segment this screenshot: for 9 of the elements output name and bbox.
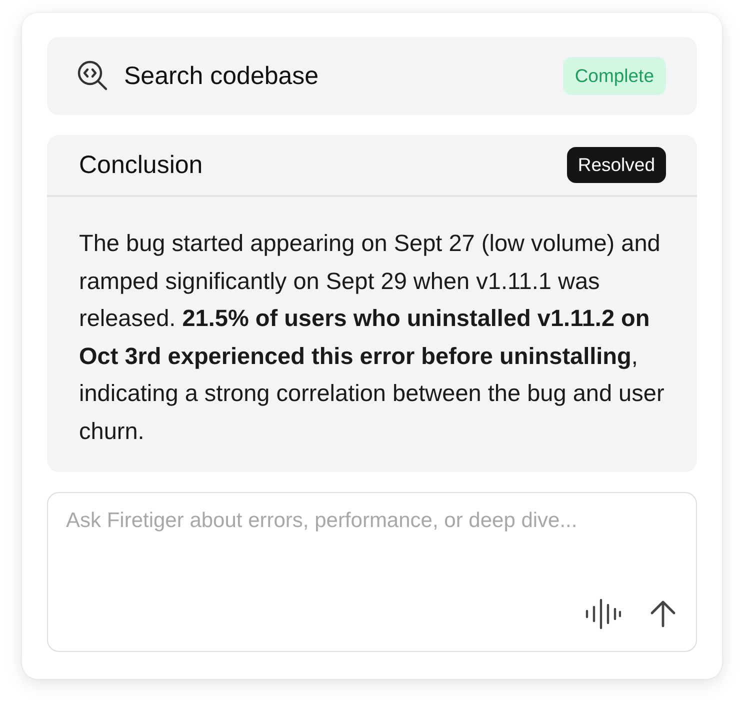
message-input[interactable]: Ask Firetiger about errors, performance, or deep dive... (47, 492, 697, 652)
voice-wave-icon[interactable] (585, 598, 621, 630)
status-badge: Resolved (566, 147, 666, 183)
conclusion-title: Conclusion (79, 150, 204, 180)
status-badge: Complete (562, 57, 666, 95)
code-search-icon (76, 59, 110, 93)
conclusion-text: The bug started appearing on Sept 27 (low volume) and ramped significantly on Sept 29 when v1.11.1 was released. 21.5% of users who uninstalled v1.11.2 on Oct 3rd experienced this error before uninstalling, indicating a strong correlation between the bug and user churn. (78, 229, 666, 446)
step-title: Search codebase (124, 62, 320, 90)
send-arrow-icon[interactable] (649, 600, 677, 628)
